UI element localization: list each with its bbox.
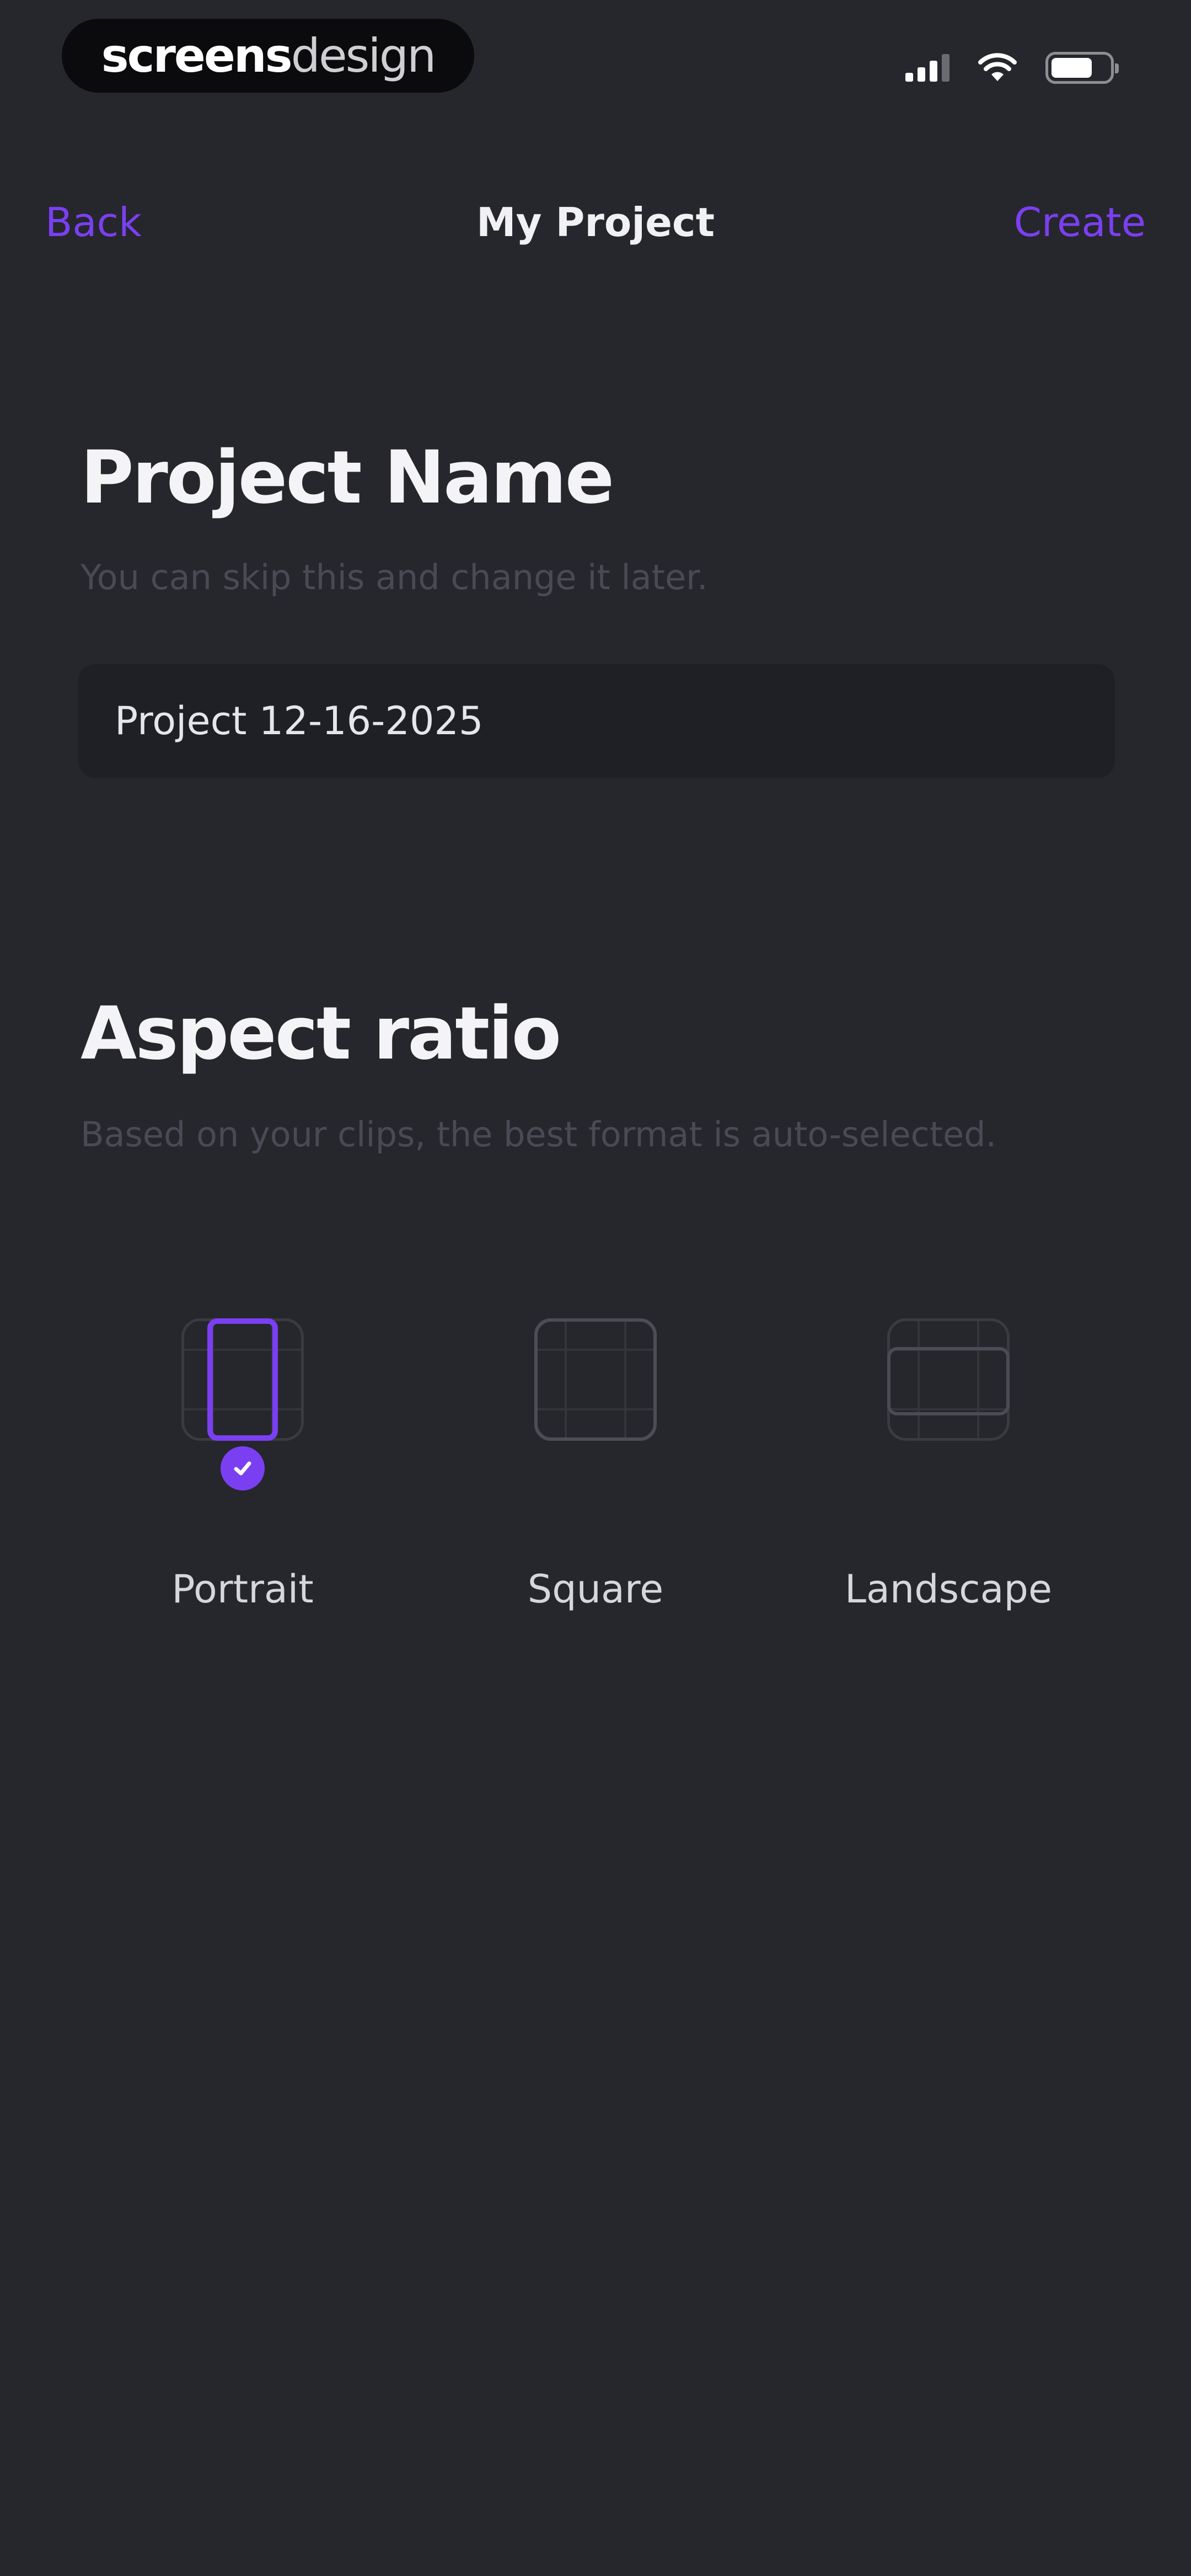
create-button[interactable]: Create [1014, 197, 1146, 247]
project-setup-screen: screens design Back My Project Create Pro… [0, 0, 1191, 2576]
cellular-signal-icon [905, 54, 949, 82]
project-name-hint: You can skip this and change it later. [81, 557, 708, 597]
battery-icon [1045, 52, 1119, 84]
status-bar-icons [905, 49, 1119, 87]
watermark-part-1: screens [101, 29, 293, 83]
portrait-ratio-icon [207, 1318, 278, 1441]
screensdesign-watermark: screens design [62, 19, 474, 93]
aspect-ratio-heading: Aspect ratio [81, 991, 561, 1076]
ratio-option-landscape[interactable]: Landscape [833, 1307, 1064, 1638]
landscape-ratio-icon [887, 1347, 1010, 1415]
ratio-label-square: Square [527, 1567, 664, 1612]
project-name-heading: Project Name [81, 435, 614, 520]
back-button[interactable]: Back [45, 197, 142, 247]
ratio-option-portrait[interactable]: Portrait [127, 1307, 358, 1638]
selected-check-icon [221, 1446, 265, 1490]
project-name-field[interactable] [78, 664, 1115, 778]
project-name-input[interactable] [115, 698, 1079, 744]
ratio-label-portrait: Portrait [171, 1567, 314, 1612]
watermark-part-2: design [291, 29, 437, 83]
wifi-icon [978, 53, 1017, 81]
aspect-ratio-hint: Based on your clips, the best format is … [81, 1114, 997, 1155]
ratio-option-square[interactable]: Square [480, 1307, 711, 1638]
square-ratio-icon [534, 1318, 657, 1441]
ratio-label-landscape: Landscape [844, 1567, 1053, 1612]
nav-title: My Project [476, 199, 715, 245]
